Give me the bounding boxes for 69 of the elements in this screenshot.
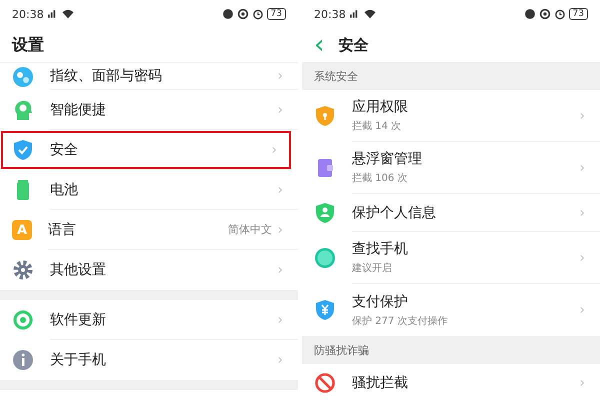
- settings-item[interactable]: 其他设置: [0, 250, 298, 290]
- chevron-icon: [276, 265, 284, 275]
- settings-item[interactable]: 软件更新: [0, 300, 298, 340]
- chevron-icon: [578, 252, 586, 262]
- shield-yen-icon: [314, 299, 336, 321]
- settings-item[interactable]: 保护个人信息: [302, 194, 600, 232]
- settings-item[interactable]: 应用权限 拦截 14 次: [302, 90, 600, 142]
- shield-person-icon: [314, 202, 336, 224]
- item-value: 简体中文: [228, 222, 272, 237]
- letter-icon: A: [12, 220, 32, 240]
- item-subtitle: 拦截 14 次: [352, 120, 402, 133]
- chevron-icon: [578, 208, 586, 218]
- item-label: 安全: [50, 140, 78, 158]
- settings-item[interactable]: 安全: [0, 130, 292, 170]
- shield-check-icon: [12, 139, 34, 161]
- chevron-icon: [270, 144, 278, 154]
- fingerprint-icon: [12, 66, 34, 88]
- item-subtitle: 拦截 106 次: [352, 172, 408, 185]
- chevron-icon: [276, 71, 284, 81]
- status-time: 20:38: [12, 8, 44, 20]
- settings-item[interactable]: 骚扰拦截: [302, 364, 600, 400]
- item-label: 骚扰拦截: [352, 374, 408, 392]
- item-label: 应用权限: [352, 98, 408, 116]
- settings-item[interactable]: 电池: [0, 170, 298, 210]
- item-label: 电池: [50, 180, 78, 198]
- item-subtitle: 保护 277 次支付操作: [352, 314, 448, 328]
- chevron-icon: [276, 314, 284, 324]
- item-subtitle: 建议开启: [352, 262, 393, 275]
- shield-lock-icon: [314, 105, 336, 127]
- item-label: 关于手机: [50, 351, 106, 369]
- item-label: 悬浮窗管理: [352, 150, 422, 168]
- section-header: 系统安全: [314, 68, 358, 84]
- chevron-icon: [578, 162, 586, 172]
- item-label: 查找手机: [352, 240, 408, 258]
- head-icon: [12, 99, 34, 121]
- status-time: 20:38: [314, 8, 346, 20]
- settings-item[interactable]: 关于手机: [0, 340, 298, 380]
- screen-title: 设置: [10, 34, 45, 56]
- item-label: 支付保护: [352, 292, 409, 310]
- battery-indicator: 73: [266, 8, 286, 20]
- info-icon: [12, 349, 34, 371]
- wifi-icon: [364, 8, 376, 20]
- screen-title: 安全: [338, 36, 368, 54]
- settings-item[interactable]: 悬浮窗管理 拦截 106 次: [302, 142, 600, 194]
- battery-indicator: 73: [568, 8, 588, 20]
- alarm-icon: [554, 8, 566, 20]
- settings-item[interactable]: 指纹、面部与密码: [0, 62, 298, 90]
- block-icon: [314, 372, 336, 394]
- chevron-icon: [276, 104, 284, 114]
- chevron-icon: [276, 355, 284, 365]
- settings-item[interactable]: 查找手机 建议开启: [302, 232, 600, 284]
- settings-icon: [12, 259, 34, 281]
- settings-item[interactable]: 智能便捷: [0, 90, 298, 130]
- chevron-icon: [578, 305, 586, 315]
- wifi-icon: [62, 8, 74, 20]
- section-header: 防骚扰诈骗: [314, 342, 369, 358]
- item-label: 指纹、面部与密码: [50, 67, 162, 85]
- item-label: 其他设置: [50, 261, 106, 279]
- settings-item[interactable]: 支付保护 保护 277 次支付操作: [302, 284, 600, 336]
- chevron-icon: [276, 184, 284, 194]
- chevron-icon: [578, 378, 586, 388]
- item-label: 软件更新: [50, 310, 106, 328]
- chevron-icon: [578, 110, 586, 120]
- chevron-icon: [276, 224, 284, 234]
- item-label: 智能便捷: [50, 100, 106, 118]
- alarm-icon: [252, 8, 264, 20]
- item-label: 语言: [48, 220, 76, 238]
- settings-item[interactable]: A 语言 简体中文: [0, 210, 298, 250]
- item-label: 保护个人信息: [352, 204, 436, 222]
